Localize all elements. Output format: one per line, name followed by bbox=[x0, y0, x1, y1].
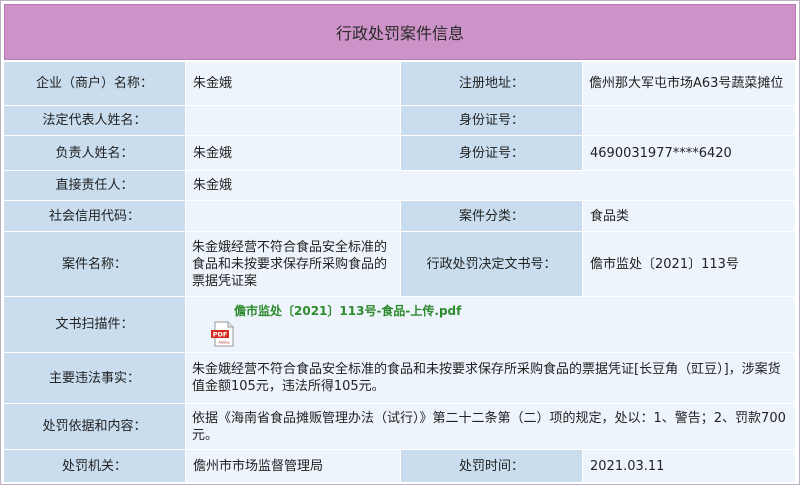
credit-code-label: 社会信用代码： bbox=[4, 201, 186, 232]
person-in-charge-id-value: 4690031977****6420 bbox=[583, 136, 796, 171]
main-facts-label: 主要违法事实： bbox=[4, 353, 186, 404]
case-category-label: 案件分类： bbox=[401, 201, 583, 232]
case-info-panel: 行政处罚案件信息 企业（商户）名称： 朱金娥 注册地址： 儋州那大军屯市场A63… bbox=[0, 0, 800, 485]
legal-rep-value bbox=[186, 106, 401, 136]
doc-scan-cell: 儋市监处〔2021〕113号-食品-上传.pdf PDF Adobe bbox=[186, 297, 796, 353]
person-in-charge-label: 负责人姓名： bbox=[4, 136, 186, 171]
pdf-icon-text: PDF bbox=[213, 330, 228, 338]
reg-address-value: 儋州那大军屯市场A63号蔬菜摊位 bbox=[583, 62, 796, 106]
case-name-label: 案件名称： bbox=[4, 232, 186, 297]
decision-doc-no-label: 行政处罚决定文书号： bbox=[401, 232, 583, 297]
company-name-label: 企业（商户）名称： bbox=[4, 62, 186, 106]
page-title: 行政处罚案件信息 bbox=[4, 4, 796, 60]
direct-responsible-label: 直接责任人： bbox=[4, 171, 186, 201]
direct-responsible-value: 朱金娥 bbox=[186, 171, 796, 201]
main-facts-value: 朱金娥经营不符合食品安全标准的食品和未按要求保存所采购食品的票据凭证[长豆角（豇… bbox=[186, 353, 796, 404]
company-name-value: 朱金娥 bbox=[186, 62, 401, 106]
pdf-download-link[interactable]: 儋市监处〔2021〕113号-食品-上传.pdf bbox=[234, 303, 461, 320]
person-in-charge-value: 朱金娥 bbox=[186, 136, 401, 171]
person-in-charge-id-label: 身份证号： bbox=[401, 136, 583, 171]
decision-doc-no-value: 儋市监处〔2021〕113号 bbox=[583, 232, 796, 297]
legal-rep-label: 法定代表人姓名： bbox=[4, 106, 186, 136]
case-category-value: 食品类 bbox=[583, 201, 796, 232]
penalty-basis-value: 依据《海南省食品摊贩管理办法（试行）》第二十二条第（二）项的规定，处以：1、警告… bbox=[186, 404, 796, 450]
penalty-authority-value: 儋州市市场监督管理局 bbox=[186, 450, 401, 483]
penalty-date-label: 处罚时间： bbox=[401, 450, 583, 483]
legal-rep-id-value bbox=[583, 106, 796, 136]
penalty-authority-label: 处罚机关： bbox=[4, 450, 186, 483]
pdf-file-icon[interactable]: PDF Adobe bbox=[210, 321, 236, 347]
legal-rep-id-label: 身份证号： bbox=[401, 106, 583, 136]
pdf-icon-subtext: Adobe bbox=[218, 340, 230, 344]
doc-scan-label: 文书扫描件： bbox=[4, 297, 186, 353]
penalty-date-value: 2021.03.11 bbox=[583, 450, 796, 483]
case-name-value: 朱金娥经营不符合食品安全标准的食品和未按要求保存所采购食品的票据凭证案 bbox=[186, 232, 401, 297]
reg-address-label: 注册地址： bbox=[401, 62, 583, 106]
credit-code-value bbox=[186, 201, 401, 232]
penalty-basis-label: 处罚依据和内容： bbox=[4, 404, 186, 450]
